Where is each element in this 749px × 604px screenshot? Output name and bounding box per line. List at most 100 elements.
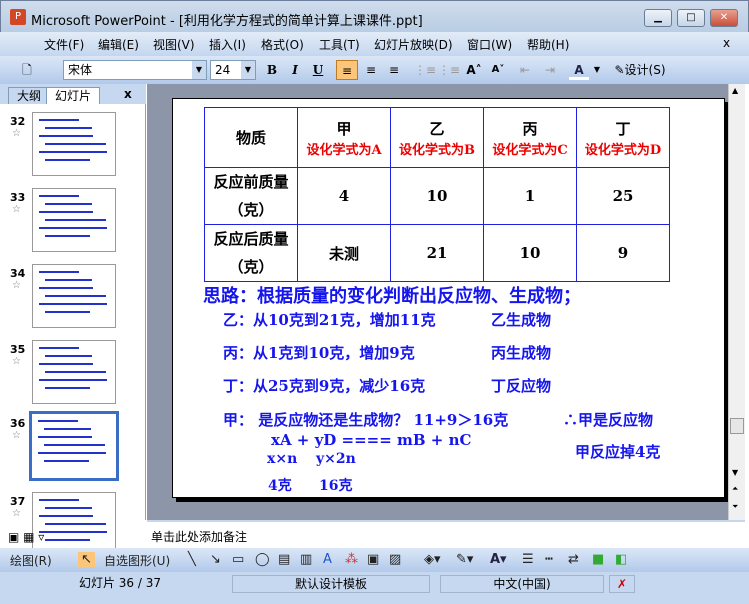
design-template[interactable]: 默认设计模板 (232, 575, 430, 593)
vertical-textbox-icon[interactable]: ▥ (300, 552, 312, 567)
menu-help[interactable]: 帮助(H) (527, 36, 569, 53)
dash-style-icon[interactable]: ┅ (545, 552, 553, 567)
slide-thumbnail[interactable] (32, 340, 116, 404)
increase-indent-icon[interactable]: ⇥ (540, 60, 560, 80)
spelling-status-icon[interactable]: ✗ (609, 575, 635, 593)
menu-format[interactable]: 格式(O) (261, 36, 304, 53)
arrow-style-icon[interactable]: ⇄ (568, 552, 579, 567)
powerpoint-app-icon[interactable]: P (10, 9, 26, 25)
thumbnail-text-line (45, 219, 106, 221)
analysis-result: 丁反应物 (491, 377, 552, 395)
thumbnail-text-line (39, 287, 93, 289)
slide-thumbnail[interactable] (32, 264, 116, 328)
slide-canvas[interactable]: 物质 甲设化学式为A 乙设化学式为B 丙设化学式为C 丁设化学式为D 反应前质量… (172, 98, 725, 498)
menu-slideshow[interactable]: 幻灯片放映(D) (374, 36, 453, 53)
label-unit: （克） (228, 258, 274, 276)
chevron-down-icon[interactable]: ▼ (192, 61, 206, 79)
analysis-result: 乙生成物 (491, 311, 552, 329)
table-cell: 10 (390, 167, 484, 225)
italic-button[interactable]: I (286, 60, 304, 80)
menu-edit[interactable]: 编辑(E) (98, 36, 139, 53)
shadow-icon[interactable]: ■ (592, 552, 604, 567)
line-icon[interactable]: ╲ (188, 552, 196, 567)
menu-view[interactable]: 视图(V) (153, 36, 195, 53)
wordart-icon[interactable]: A (323, 552, 332, 567)
3d-icon[interactable]: ◧ (615, 552, 627, 567)
thumbnail-text-line (45, 539, 90, 541)
next-slide-icon[interactable]: ⏷ (732, 502, 738, 512)
menu-file[interactable]: 文件(F) (44, 36, 84, 53)
menu-window[interactable]: 窗口(W) (467, 36, 512, 53)
design-label: 设计(S) (624, 63, 666, 77)
close-pane-icon[interactable]: x (124, 87, 132, 101)
conclusion: ∴甲是反应物 (563, 411, 654, 429)
font-color-button[interactable]: A (569, 60, 589, 80)
select-pointer-icon[interactable]: ↖ (78, 552, 95, 567)
slide-thumbnail[interactable] (29, 411, 119, 481)
mass-table: 物质 甲设化学式为A 乙设化学式为B 丙设化学式为C 丁设化学式为D 反应前质量… (204, 107, 670, 282)
slide-thumbnail[interactable] (32, 112, 116, 176)
menu-insert[interactable]: 插入(I) (209, 36, 246, 53)
rectangle-icon[interactable]: ▭ (232, 552, 244, 567)
view-buttons[interactable]: ▣ ▦ ▿ (8, 530, 44, 544)
autoshape-menu[interactable]: 自选图形(U) (104, 552, 170, 569)
ratio-a: x×n (267, 451, 298, 467)
previous-slide-icon[interactable]: ⏶ (732, 484, 738, 494)
design-icon: ✎ (614, 63, 625, 77)
oval-icon[interactable]: ◯ (255, 552, 270, 567)
tab-slides[interactable]: 幻灯片 (46, 87, 101, 104)
label-line: 反应后质量 (213, 230, 289, 248)
font-size-select[interactable]: 24 ▼ (210, 60, 256, 80)
bold-button[interactable]: B (263, 60, 281, 80)
underline-button[interactable]: U (309, 60, 327, 80)
align-left-icon[interactable]: ≡ (336, 60, 358, 80)
slide-thumbnail[interactable] (32, 492, 116, 556)
scroll-down-icon[interactable]: ▼ (732, 468, 738, 477)
line-style-icon[interactable]: ☰ (522, 552, 534, 567)
diagram-icon[interactable]: ⁂ (345, 552, 358, 567)
new-document-icon[interactable]: 🗋 (18, 60, 36, 80)
close-button[interactable]: ✕ (710, 9, 738, 27)
bullets-icon[interactable]: ⋮≡ (438, 60, 460, 80)
slide-thumbnail[interactable] (32, 188, 116, 252)
align-center-icon[interactable]: ≡ (361, 60, 381, 80)
vertical-scrollbar[interactable]: ▲ ▼ ⏶ ⏷ (728, 84, 745, 520)
picture-icon[interactable]: ▨ (389, 552, 401, 567)
arrow-icon[interactable]: ↘ (210, 552, 221, 567)
align-right-icon[interactable]: ≡ (384, 60, 404, 80)
notes-placeholder[interactable]: 单击此处添加备注 (151, 528, 247, 545)
increase-font-icon[interactable]: A˄ (464, 60, 484, 80)
font-color-icon[interactable]: A▾ (490, 552, 507, 567)
thumbnail-text-line (39, 151, 107, 153)
row-label: 反应前质量 （克） (204, 167, 298, 225)
font-select[interactable]: 宋体 ▼ (63, 60, 207, 80)
decrease-font-icon[interactable]: A˅ (488, 60, 508, 80)
thumbnail-text-line (39, 227, 107, 229)
notes-pane[interactable]: 单击此处添加备注 (147, 520, 745, 548)
chevron-down-icon[interactable]: ▼ (241, 61, 255, 79)
table-header-row: 物质 甲设化学式为A 乙设化学式为B 丙设化学式为C 丁设化学式为D (204, 107, 670, 168)
thumbnail-text-line (45, 355, 92, 357)
minimize-button[interactable]: ▁ (644, 9, 672, 27)
line-color-icon[interactable]: ✎▾ (456, 552, 473, 567)
chevron-down-icon[interactable]: ▼ (592, 60, 602, 80)
fill-color-icon[interactable]: ◈▾ (424, 552, 441, 567)
font-value: 宋体 (68, 63, 93, 77)
menu-tools[interactable]: 工具(T) (319, 36, 360, 53)
numbering-icon[interactable]: ⋮≡ (414, 60, 436, 80)
draw-menu[interactable]: 绘图(R) (10, 552, 52, 569)
animation-star-icon: ☆ (12, 128, 21, 139)
decrease-indent-icon[interactable]: ⇤ (515, 60, 535, 80)
design-button[interactable]: ✎设计(S) (610, 60, 670, 80)
clipart-icon[interactable]: ▣ (367, 552, 379, 567)
thumbnail-text-line (39, 531, 107, 533)
thumbnail-text-line (38, 436, 92, 438)
scroll-thumb[interactable] (730, 418, 744, 434)
label-line: 反应前质量 (213, 173, 289, 191)
maximize-button[interactable]: □ (677, 9, 705, 27)
header-cell: 甲设化学式为A (297, 107, 391, 168)
tab-outline[interactable]: 大纲 (8, 87, 51, 104)
scroll-up-icon[interactable]: ▲ (732, 86, 738, 95)
textbox-icon[interactable]: ▤ (278, 552, 290, 567)
menu-close-document[interactable]: x (723, 36, 730, 50)
